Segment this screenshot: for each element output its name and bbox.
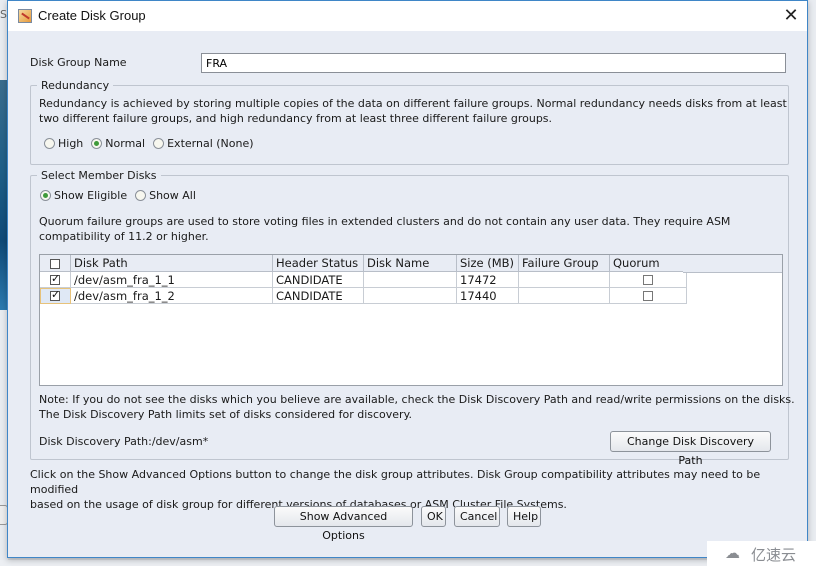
watermark-text: 亿速云 — [751, 546, 797, 564]
disks-table-grid: Disk Path Header Status Disk Name Size (… — [40, 255, 687, 304]
show-advanced-options-button[interactable]: Show Advanced Options — [274, 506, 413, 542]
header-status-cell: CANDIDATE — [272, 271, 364, 288]
radio-button-selected-icon[interactable] — [40, 190, 51, 201]
failure-group-cell[interactable] — [518, 287, 610, 304]
radio-label: Show Eligible — [54, 189, 128, 202]
radio-label: High — [58, 137, 84, 150]
disk-discovery-path-label: Disk Discovery Path:/dev/asm* — [39, 435, 209, 448]
select-all-header[interactable] — [40, 255, 71, 272]
close-icon[interactable]: ✕ — [781, 6, 801, 26]
cloud-logo-icon: ☁ — [725, 544, 740, 562]
redundancy-description: Redundancy is achieved by storing multip… — [39, 96, 787, 126]
quorum-cell[interactable] — [609, 271, 687, 288]
size-cell: 17440 — [456, 287, 519, 304]
radio-normal[interactable]: Normal — [91, 137, 145, 150]
redundancy-description-line: Redundancy is achieved by storing multip… — [39, 97, 787, 110]
radio-button-icon[interactable] — [135, 190, 147, 201]
table-header-row: Disk Path Header Status Disk Name Size (… — [40, 255, 687, 272]
row-select-checkbox[interactable] — [50, 288, 60, 301]
app-icon — [18, 9, 32, 23]
advanced-note-line: Click on the Show Advanced Options butto… — [30, 468, 761, 496]
radio-show-eligible[interactable]: Show Eligible — [40, 189, 127, 202]
column-header-quorum[interactable]: Quorum — [609, 255, 687, 272]
redundancy-description-line: two different failure groups, and high r… — [39, 112, 553, 125]
quorum-note-line: compatibility of 11.2 or higher. — [39, 230, 209, 243]
row-select-cell[interactable] — [40, 271, 71, 288]
header-status-cell: CANDIDATE — [272, 287, 364, 304]
size-cell: 17472 — [456, 271, 519, 288]
cancel-button[interactable]: Cancel — [454, 506, 500, 527]
quorum-checkbox[interactable] — [643, 275, 653, 285]
radio-label: Show All — [149, 189, 196, 202]
radio-button-icon[interactable] — [153, 138, 165, 149]
row-select-checkbox[interactable] — [50, 272, 60, 285]
column-header-header-status[interactable]: Header Status — [272, 255, 364, 272]
dialog-title: Create Disk Group — [38, 8, 146, 23]
table-row[interactable]: /dev/asm_fra_1_2 CANDIDATE 17440 — [40, 287, 687, 304]
select-all-checkbox[interactable] — [50, 258, 60, 269]
radio-button-icon[interactable] — [44, 138, 55, 149]
ok-button[interactable]: OK — [421, 506, 446, 527]
failure-group-cell[interactable] — [518, 271, 610, 288]
disk-group-name-label: Disk Group Name — [30, 56, 127, 69]
column-header-disk-path[interactable]: Disk Path — [70, 255, 273, 272]
help-button[interactable]: Help — [507, 506, 541, 527]
discovery-note: Note: If you do not see the disks which … — [39, 392, 795, 422]
quorum-checkbox[interactable] — [643, 291, 653, 301]
title-bar[interactable]: Create Disk Group ✕ — [8, 1, 807, 31]
redundancy-legend: Redundancy — [41, 79, 110, 92]
change-discovery-path-button[interactable]: Change Disk Discovery Path — [610, 431, 771, 467]
table-header-filler — [683, 255, 782, 273]
member-disks-legend: Select Member Disks — [41, 169, 157, 182]
radio-label: External (None) — [167, 137, 254, 150]
quorum-cell[interactable] — [609, 287, 687, 304]
quorum-note: Quorum failure groups are used to store … — [39, 214, 730, 244]
row-select-cell[interactable] — [40, 287, 71, 304]
column-header-size[interactable]: Size (MB) — [456, 255, 519, 272]
create-disk-group-dialog: Create Disk Group ✕ Disk Group Name Redu… — [7, 0, 808, 558]
discovery-note-line: Note: If you do not see the disks which … — [39, 393, 795, 406]
disk-path-cell: /dev/asm_fra_1_1 — [70, 271, 273, 288]
radio-high[interactable]: High — [44, 137, 83, 150]
disk-name-cell[interactable] — [363, 287, 457, 304]
background-text: S — [0, 8, 7, 21]
advanced-note-line: based on the usage of disk group for dif… — [30, 498, 567, 511]
watermark: ☁ 亿速云 — [707, 541, 816, 566]
radio-button-selected-icon[interactable] — [91, 138, 103, 149]
radio-label: Normal — [105, 137, 146, 150]
disk-group-name-input[interactable] — [201, 53, 786, 73]
disk-path-cell: /dev/asm_fra_1_2 — [70, 287, 273, 304]
column-header-failure-group[interactable]: Failure Group — [518, 255, 610, 272]
background-app-right — [808, 0, 816, 566]
disks-table[interactable]: Disk Path Header Status Disk Name Size (… — [39, 254, 783, 386]
redundancy-radio-group: High Normal External (None) — [44, 137, 258, 150]
radio-show-all[interactable]: Show All — [135, 189, 196, 202]
disk-filter-radio-group: Show Eligible Show All — [40, 189, 200, 202]
background-app-bottom — [0, 560, 816, 566]
advanced-options-note: Click on the Show Advanced Options butto… — [30, 467, 807, 512]
table-row[interactable]: /dev/asm_fra_1_1 CANDIDATE 17472 — [40, 271, 687, 288]
quorum-note-line: Quorum failure groups are used to store … — [39, 215, 731, 228]
radio-external[interactable]: External (None) — [153, 137, 254, 150]
column-header-disk-name[interactable]: Disk Name — [363, 255, 457, 272]
disk-name-cell[interactable] — [363, 271, 457, 288]
discovery-note-line: The Disk Discovery Path limits set of di… — [39, 408, 413, 421]
